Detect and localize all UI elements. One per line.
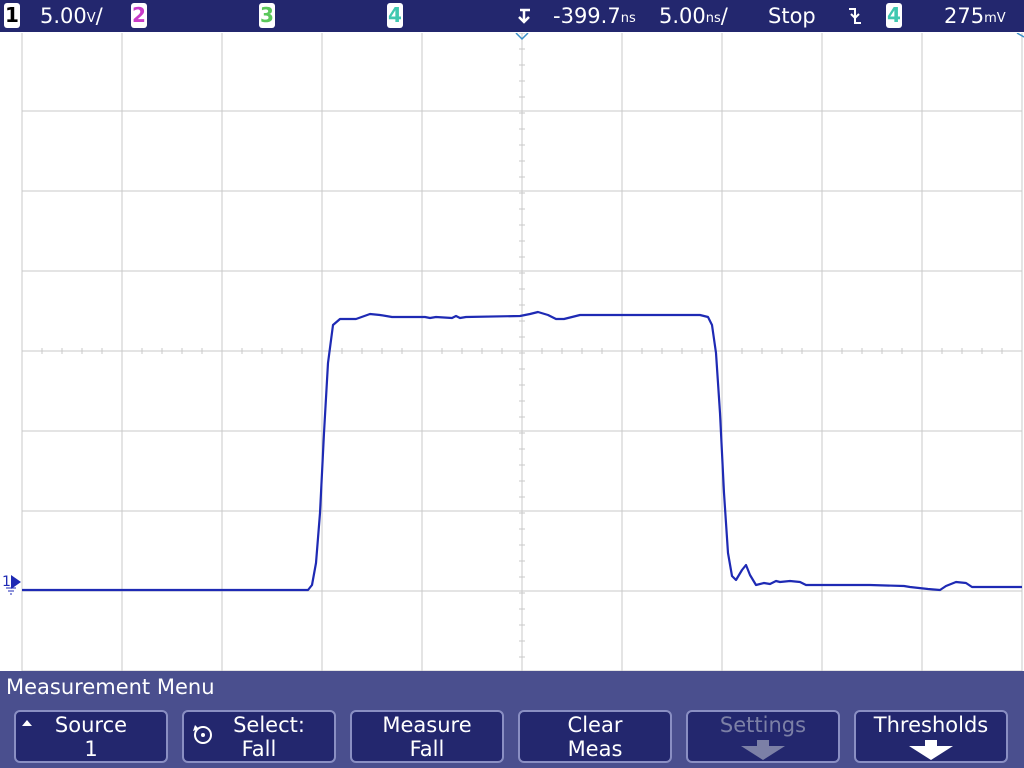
channel-2-badge[interactable]: 2	[131, 3, 147, 28]
softkey-clear-meas[interactable]: Clear Meas	[518, 710, 672, 763]
softkey-source[interactable]: Source 1	[14, 710, 168, 763]
channel-4-badge[interactable]: 4	[387, 3, 403, 28]
channel-1-scale: 5.00V/	[40, 4, 103, 28]
trigger-level: 275mV	[944, 4, 1006, 28]
run-state: Stop	[768, 4, 816, 28]
softkey-select[interactable]: Select: Fall	[182, 710, 336, 763]
softkey-thresholds[interactable]: Thresholds	[854, 710, 1008, 763]
channel-1-badge[interactable]: 1	[4, 3, 20, 28]
softkey-measure[interactable]: Measure Fall	[350, 710, 504, 763]
trigger-position-icon	[516, 0, 536, 32]
softkey-settings[interactable]: Settings	[686, 710, 840, 763]
horizontal-delay: -399.7ns	[553, 4, 636, 28]
up-arrow-icon	[22, 720, 32, 726]
rotate-knob-icon	[193, 725, 212, 744]
measurement-menu: Measurement Menu Source 1 Select: Fall M…	[0, 671, 1024, 768]
status-bar: 1 5.00V/ 2 3 4 -399.7ns 5.00ns/ Stop 4 2…	[0, 0, 1024, 32]
channel-3-badge[interactable]: 3	[259, 3, 275, 28]
trigger-slope-icon	[846, 0, 864, 32]
waveform-display[interactable]: 1	[0, 33, 1024, 671]
down-arrow-icon	[909, 740, 953, 760]
menu-title: Measurement Menu	[6, 675, 215, 699]
trigger-source-badge: 4	[886, 3, 902, 28]
timebase-scale: 5.00ns/	[659, 4, 728, 28]
down-arrow-icon	[741, 740, 785, 760]
